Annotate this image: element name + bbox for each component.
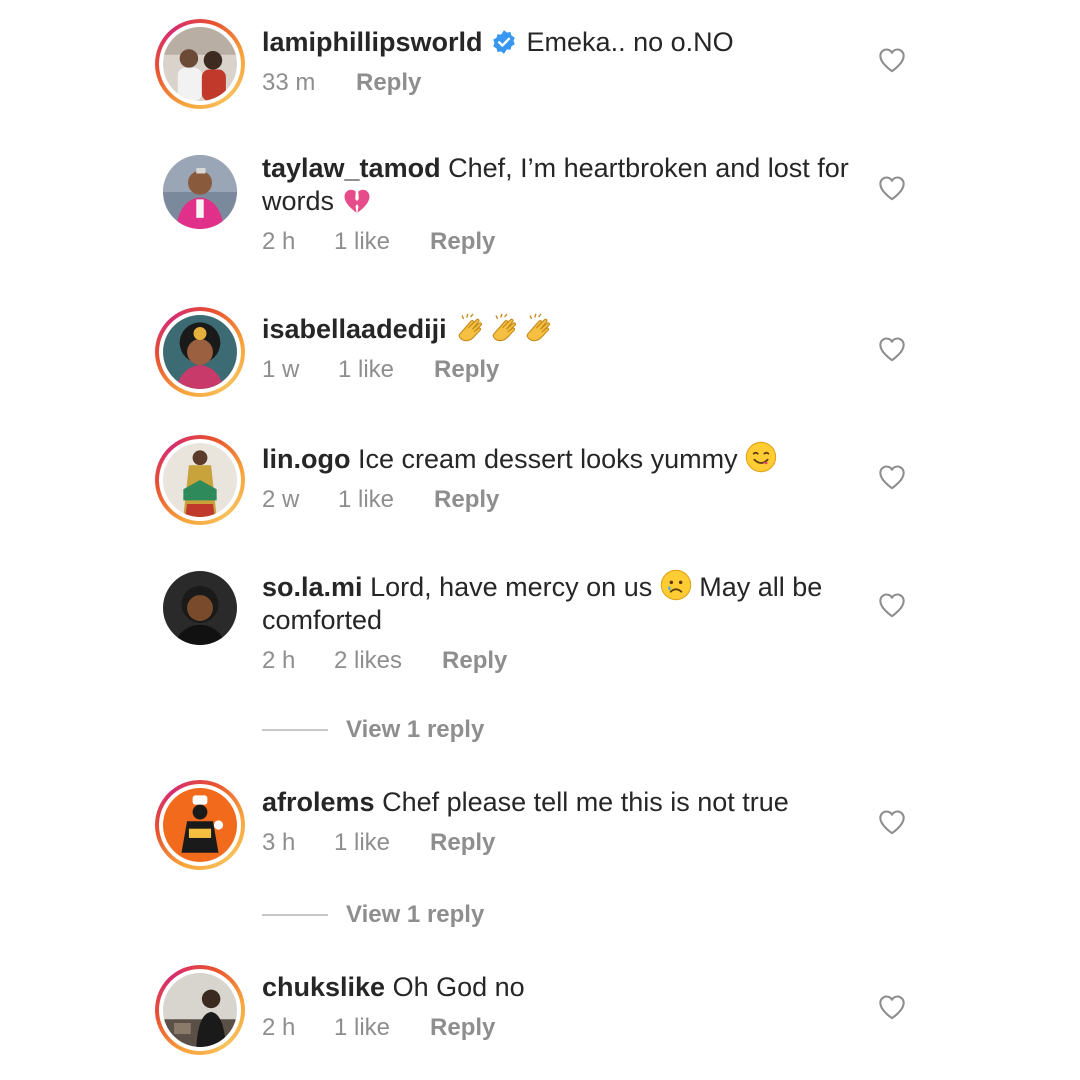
view-replies-button[interactable]: View 1 reply bbox=[262, 901, 484, 929]
comment-text: Ice cream dessert looks yummy bbox=[358, 444, 738, 474]
avatar[interactable] bbox=[163, 571, 237, 645]
like-count[interactable]: 1 like bbox=[338, 356, 394, 384]
comment-body: lamiphillipsworld Emeka.. no o.NO 33 m Re… bbox=[262, 26, 852, 97]
reply-button[interactable]: Reply bbox=[434, 356, 499, 384]
like-count[interactable]: 1 like bbox=[334, 1014, 390, 1042]
comment-meta: 3 h 1 like Reply bbox=[262, 829, 852, 857]
comment-time: 33 m bbox=[262, 69, 316, 96]
reply-button[interactable]: Reply bbox=[430, 829, 495, 857]
comment-meta: 2 h 2 likes Reply bbox=[262, 647, 852, 675]
avatar[interactable] bbox=[155, 965, 245, 1055]
like-count[interactable]: 1 like bbox=[334, 829, 390, 857]
comment-time: 2 h bbox=[262, 228, 296, 255]
comment-meta: 1 w 1 like Reply bbox=[262, 356, 852, 384]
like-count[interactable]: 2 likes bbox=[334, 647, 402, 675]
comment-body: so.la.mi Lord, have mercy on us May all … bbox=[262, 569, 852, 675]
like-heart-icon[interactable] bbox=[878, 809, 906, 835]
verified-badge-icon bbox=[492, 30, 515, 54]
username-link[interactable]: chukslike bbox=[262, 972, 385, 1002]
view-replies-button[interactable]: View 1 reply bbox=[262, 716, 484, 744]
yummy-face-emoji bbox=[745, 441, 777, 473]
comment-body: lin.ogo Ice cream dessert looks yummy 2 … bbox=[262, 441, 852, 514]
like-heart-icon[interactable] bbox=[878, 592, 906, 618]
username-link[interactable]: taylaw_tamod bbox=[262, 153, 441, 183]
comment-body: afrolems Chef please tell me this is not… bbox=[262, 786, 852, 857]
comment-time: 2 w bbox=[262, 486, 300, 513]
username-link[interactable]: so.la.mi bbox=[262, 572, 363, 602]
like-heart-icon[interactable] bbox=[878, 175, 906, 201]
like-heart-icon[interactable] bbox=[878, 47, 906, 73]
comment-text: Lord, have mercy on us bbox=[370, 572, 653, 602]
reply-button[interactable]: Reply bbox=[434, 486, 499, 514]
clapping-hands-emoji bbox=[492, 313, 517, 342]
comment-body: taylaw_tamod Chef, I’m heartbroken and l… bbox=[262, 152, 852, 256]
view-replies-label: View 1 reply bbox=[346, 901, 485, 928]
avatar-image bbox=[163, 973, 237, 1047]
avatar[interactable] bbox=[155, 307, 245, 397]
avatar-image bbox=[163, 27, 237, 101]
comment-text: Chef please tell me this is not true bbox=[382, 787, 789, 817]
avatar-image bbox=[163, 788, 237, 862]
avatar-image bbox=[163, 315, 237, 389]
username-link[interactable]: afrolems bbox=[262, 787, 375, 817]
comment-text: Oh God no bbox=[392, 972, 525, 1002]
reply-button[interactable]: Reply bbox=[430, 1014, 495, 1042]
divider-line bbox=[262, 914, 328, 916]
comment-text: Emeka.. no o.NO bbox=[526, 27, 734, 57]
broken-heart-emoji bbox=[344, 189, 370, 213]
like-heart-icon[interactable] bbox=[878, 464, 906, 490]
reply-button[interactable]: Reply bbox=[430, 228, 495, 256]
divider-line bbox=[262, 729, 328, 731]
avatar[interactable] bbox=[163, 155, 237, 229]
reply-button[interactable]: Reply bbox=[356, 69, 421, 97]
comment-time: 2 h bbox=[262, 1014, 296, 1041]
comment-meta: 2 w 1 like Reply bbox=[262, 486, 852, 514]
like-heart-icon[interactable] bbox=[878, 994, 906, 1020]
avatar-image bbox=[163, 155, 237, 229]
comment-time: 3 h bbox=[262, 829, 296, 856]
comment-body: chukslike Oh God no 2 h 1 like Reply bbox=[262, 971, 852, 1042]
avatar[interactable] bbox=[155, 780, 245, 870]
username-link[interactable]: lamiphillipsworld bbox=[262, 27, 483, 57]
crying-face-emoji bbox=[660, 569, 691, 601]
comment-meta: 2 h 1 like Reply bbox=[262, 1014, 852, 1042]
comment-body: isabellaadediji 1 w 1 like Reply bbox=[262, 313, 852, 384]
avatar-image bbox=[163, 571, 237, 645]
avatar-image bbox=[163, 443, 237, 517]
comment-meta: 2 h 1 like Reply bbox=[262, 228, 852, 256]
reply-button[interactable]: Reply bbox=[442, 647, 507, 675]
comment-meta: 33 m Reply bbox=[262, 69, 852, 97]
username-link[interactable]: isabellaadediji bbox=[262, 314, 447, 344]
clapping-hands-emoji bbox=[526, 313, 551, 342]
avatar[interactable] bbox=[155, 19, 245, 109]
like-count[interactable]: 1 like bbox=[334, 228, 390, 256]
like-heart-icon[interactable] bbox=[878, 336, 906, 362]
comment-time: 1 w bbox=[262, 356, 300, 383]
clapping-hands-emoji bbox=[458, 313, 483, 342]
avatar[interactable] bbox=[155, 435, 245, 525]
like-count[interactable]: 1 like bbox=[338, 486, 394, 514]
username-link[interactable]: lin.ogo bbox=[262, 444, 350, 474]
view-replies-label: View 1 reply bbox=[346, 716, 485, 743]
comment-time: 2 h bbox=[262, 647, 296, 674]
